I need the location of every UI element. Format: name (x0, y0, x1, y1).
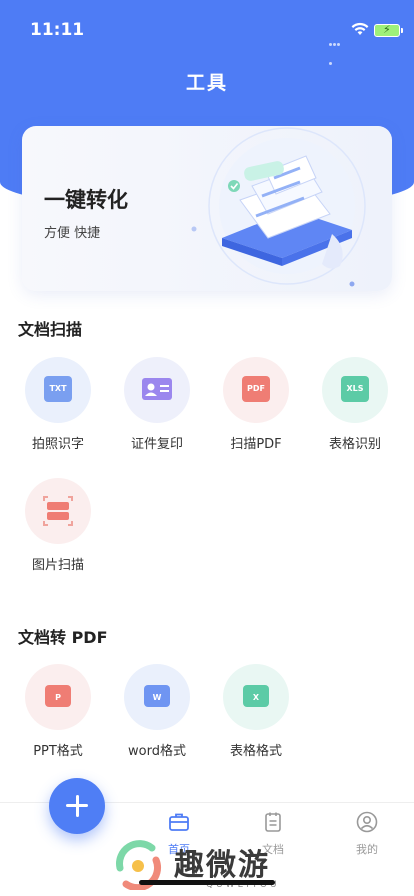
banner-card[interactable]: 一键转化 方便 快捷 (22, 126, 392, 291)
tool-label: word格式 (128, 744, 186, 759)
ppt-icon: P (45, 685, 71, 707)
tool-photo-ocr[interactable]: TXT 拍照识字 (13, 357, 103, 452)
tab-label: 我的 (356, 843, 378, 856)
home-indicator[interactable] (139, 880, 275, 885)
tool-icon-circle: PDF (223, 357, 289, 423)
tool-scan-pdf[interactable]: PDF 扫描PDF (211, 357, 301, 452)
tool-table-format[interactable]: X 表格格式 (211, 664, 301, 759)
id-card-icon (142, 378, 172, 400)
tool-label: 证件复印 (130, 437, 183, 452)
banner-subtitle: 方便 快捷 (44, 226, 101, 241)
battery-icon: ⚡ (374, 23, 403, 37)
tool-icon-circle: X (223, 664, 289, 730)
user-icon (356, 811, 378, 833)
section-title-document-scan: 文档扫描 (18, 320, 83, 339)
briefcase-icon (169, 813, 189, 831)
tool-label: 表格格式 (229, 744, 282, 759)
document-icon (265, 812, 281, 832)
wifi-icon (351, 22, 369, 35)
xls-scan-icon: XLS (341, 376, 369, 402)
image-scan-icon (43, 496, 73, 526)
tool-label: 拍照识字 (31, 437, 84, 452)
excel-icon: X (243, 685, 269, 707)
add-button[interactable] (49, 778, 105, 834)
tool-word-format[interactable]: W word格式 (112, 664, 202, 759)
tool-table-recognition[interactable]: XLS 表格识别 (310, 357, 400, 452)
tool-image-scan[interactable]: 图片扫描 (13, 478, 103, 573)
status-bar: 11:11 ⚡ (0, 18, 414, 65)
tab-profile[interactable]: 我的 (332, 811, 402, 857)
tool-label: 图片扫描 (31, 558, 84, 573)
pdf-scan-icon: PDF (242, 376, 270, 402)
tool-id-copy[interactable]: 证件复印 (112, 357, 202, 452)
banner-title: 一键转化 (44, 188, 128, 212)
word-icon: W (144, 685, 170, 707)
tool-icon-circle: P (25, 664, 91, 730)
tool-label: 表格识别 (328, 437, 381, 452)
tool-ppt-format[interactable]: P PPT格式 (13, 664, 103, 759)
section-title-doc-to-pdf: 文档转 PDF (18, 628, 108, 647)
tool-label: 扫描PDF (230, 437, 282, 452)
tool-label: PPT格式 (33, 744, 83, 759)
tool-icon-circle: TXT (25, 357, 91, 423)
watermark-text: 趣微游 (174, 848, 270, 883)
signal-dots (329, 31, 343, 65)
page-title: 工具 (185, 72, 228, 94)
tool-icon-circle: XLS (322, 357, 388, 423)
tool-icon-circle (124, 357, 190, 423)
document-stack-illustration (191, 127, 366, 287)
txt-scan-icon: TXT (44, 376, 72, 402)
tool-icon-circle (25, 478, 91, 544)
status-time: 11:11 (30, 20, 85, 40)
tool-icon-circle: W (124, 664, 190, 730)
